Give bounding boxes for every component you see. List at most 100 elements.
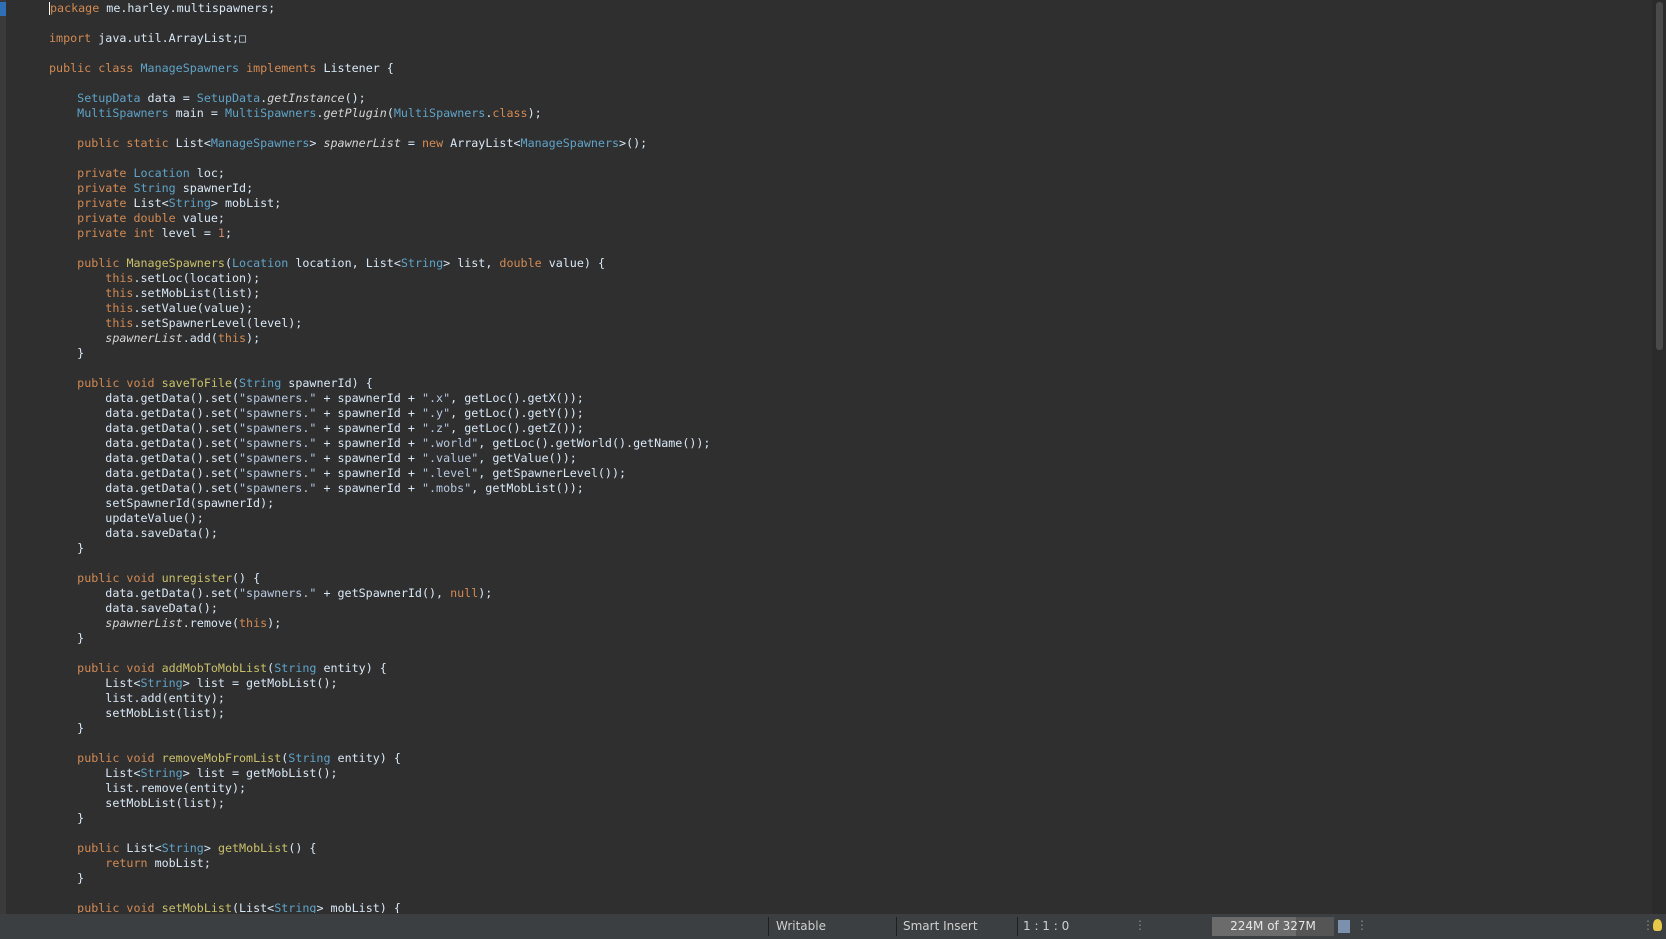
code-line[interactable]: 64- public List<String> getMobList() { [49, 841, 1649, 856]
code-line[interactable]: 46- public void unregister() { [49, 571, 1649, 586]
code-line[interactable]: 37 data.getData().set("spawners." + spaw… [49, 436, 1649, 451]
code-line[interactable]: 36 data.getData().set("spawners." + spaw… [49, 421, 1649, 436]
code-editor[interactable]: 1package me.harley.multispawners;23+impo… [0, 0, 1666, 914]
code-area[interactable]: 1package me.harley.multispawners;23+impo… [49, 1, 1649, 913]
writable-status: Writable [776, 919, 826, 933]
code-line[interactable]: 26 this.setLoc(location); [49, 271, 1649, 286]
heap-status[interactable]: 224M of 327M [1212, 917, 1334, 936]
code-line[interactable]: 60 list.remove(entity); [49, 781, 1649, 796]
code-line[interactable]: 52- public void addMobToMobList(String e… [49, 661, 1649, 676]
drag-handle[interactable]: ⋮ [1134, 918, 1146, 932]
code-line[interactable]: 29 this.setSpawnerLevel(level); [49, 316, 1649, 331]
code-line[interactable]: 16 [49, 121, 1649, 136]
code-text: } [49, 541, 85, 555]
code-text: list.add(entity); [49, 691, 225, 705]
code-text: package me.harley.multispawners; [49, 1, 276, 15]
code-line[interactable]: 47 data.getData().set("spawners." + getS… [49, 586, 1649, 601]
code-text: data.getData().set("spawners." + spawner… [49, 436, 711, 450]
code-line[interactable]: 22 private double value; [49, 211, 1649, 226]
code-line[interactable]: 32 [49, 361, 1649, 376]
code-line[interactable]: 40 data.getData().set("spawners." + spaw… [49, 481, 1649, 496]
code-line[interactable]: 58- public void removeMobFromList(String… [49, 751, 1649, 766]
code-line[interactable]: 24 [49, 241, 1649, 256]
code-line[interactable]: 34 data.getData().set("spawners." + spaw… [49, 391, 1649, 406]
code-text: this.setValue(value); [105, 301, 254, 315]
code-text: } [49, 346, 85, 360]
code-line[interactable]: 33- public void saveToFile(String spawne… [49, 376, 1649, 391]
code-line[interactable]: 20 private String spawnerId; [49, 181, 1649, 196]
status-separator [896, 917, 897, 936]
code-text: public void addMobToMobList(String entit… [77, 661, 387, 675]
cursor-position: 1 : 1 : 0 [1023, 919, 1070, 933]
code-line[interactable]: 13 [49, 76, 1649, 91]
code-line[interactable]: 49 spawnerList.remove(this); [49, 616, 1649, 631]
vertical-scrollbar[interactable] [1652, 0, 1666, 914]
code-text: MultiSpawners main = MultiSpawners.getPl… [77, 106, 542, 120]
code-line[interactable]: 25- public ManageSpawners(Location locat… [49, 256, 1649, 271]
code-text: setMobList(list); [49, 706, 225, 720]
lightbulb-icon[interactable] [1653, 919, 1662, 931]
code-line[interactable]: 66 } [49, 871, 1649, 886]
code-text: setSpawnerId(spawnerId); [49, 496, 275, 510]
code-line[interactable]: 56 } [49, 721, 1649, 736]
status-separator [1017, 917, 1018, 936]
code-line[interactable]: 48 data.saveData(); [49, 601, 1649, 616]
code-text: data.getData().set("spawners." + spawner… [49, 406, 584, 420]
garbage-collect-icon[interactable] [1338, 920, 1350, 933]
code-text: return mobList; [105, 856, 211, 870]
code-line[interactable]: 61 setMobList(list); [49, 796, 1649, 811]
code-text: data.saveData(); [49, 526, 218, 540]
insert-mode-status[interactable]: Smart Insert [903, 918, 978, 935]
code-line[interactable]: 43 data.saveData(); [49, 526, 1649, 541]
code-text: this.setLoc(location); [105, 271, 261, 285]
code-line[interactable]: 62 } [49, 811, 1649, 826]
scrollbar-thumb[interactable] [1656, 2, 1663, 350]
code-text: spawnerList.add(this); [105, 331, 261, 345]
code-line[interactable]: 42 updateValue(); [49, 511, 1649, 526]
code-line[interactable]: 65 return mobList; [49, 856, 1649, 871]
code-line[interactable]: 63 [49, 826, 1649, 841]
code-line[interactable]: 67 [49, 886, 1649, 901]
code-line[interactable]: 2 [49, 16, 1649, 31]
code-line[interactable]: 31 } [49, 346, 1649, 361]
code-line[interactable]: 38 data.getData().set("spawners." + spaw… [49, 451, 1649, 466]
code-line[interactable]: 12public class ManageSpawners implements… [49, 61, 1649, 76]
code-text: data.getData().set("spawners." + spawner… [49, 451, 577, 465]
code-line[interactable]: 50 } [49, 631, 1649, 646]
code-line[interactable]: 15 MultiSpawners main = MultiSpawners.ge… [49, 106, 1649, 121]
code-line[interactable]: 57 [49, 736, 1649, 751]
code-text: public static List<ManageSpawners> spawn… [77, 136, 648, 150]
code-line[interactable]: 68- public void setMobList(List<String> … [49, 901, 1649, 913]
code-line[interactable]: 54 list.add(entity); [49, 691, 1649, 706]
code-line[interactable]: 45 [49, 556, 1649, 571]
code-line[interactable]: 23 private int level = 1; [49, 226, 1649, 241]
code-line[interactable]: 11 [49, 46, 1649, 61]
code-line[interactable]: 39 data.getData().set("spawners." + spaw… [49, 466, 1649, 481]
code-text: private double value; [77, 211, 225, 225]
code-line[interactable]: 59 List<String> list = getMobList(); [49, 766, 1649, 781]
code-text: data.getData().set("spawners." + spawner… [49, 481, 584, 495]
code-text: private int level = 1; [77, 226, 232, 240]
code-line[interactable]: 21 private List<String> mobList; [49, 196, 1649, 211]
code-line[interactable]: 35 data.getData().set("spawners." + spaw… [49, 406, 1649, 421]
code-line[interactable]: 17 public static List<ManageSpawners> sp… [49, 136, 1649, 151]
code-line[interactable]: 3+import java.util.ArrayList;□ [49, 31, 1649, 46]
code-line[interactable]: 19 private Location loc; [49, 166, 1649, 181]
code-line[interactable]: 53 List<String> list = getMobList(); [49, 676, 1649, 691]
code-line[interactable]: 44 } [49, 541, 1649, 556]
code-text: spawnerList.remove(this); [105, 616, 282, 630]
code-line[interactable]: 18 [49, 151, 1649, 166]
code-line[interactable]: 30 spawnerList.add(this); [49, 331, 1649, 346]
code-text: } [49, 811, 85, 825]
code-line[interactable]: 51 [49, 646, 1649, 661]
drag-handle[interactable]: ⋮ [1356, 918, 1368, 932]
code-line[interactable]: 14 SetupData data = SetupData.getInstanc… [49, 91, 1649, 106]
code-line[interactable]: 55 setMobList(list); [49, 706, 1649, 721]
code-text: public void removeMobFromList(String ent… [77, 751, 401, 765]
code-line[interactable]: 28 this.setValue(value); [49, 301, 1649, 316]
code-line[interactable]: 1package me.harley.multispawners; [49, 1, 1649, 16]
code-text: public void saveToFile(String spawnerId)… [77, 376, 373, 390]
code-line[interactable]: 27 this.setMobList(list); [49, 286, 1649, 301]
code-line[interactable]: 41 setSpawnerId(spawnerId); [49, 496, 1649, 511]
code-text: data.getData().set("spawners." + getSpaw… [49, 586, 493, 600]
